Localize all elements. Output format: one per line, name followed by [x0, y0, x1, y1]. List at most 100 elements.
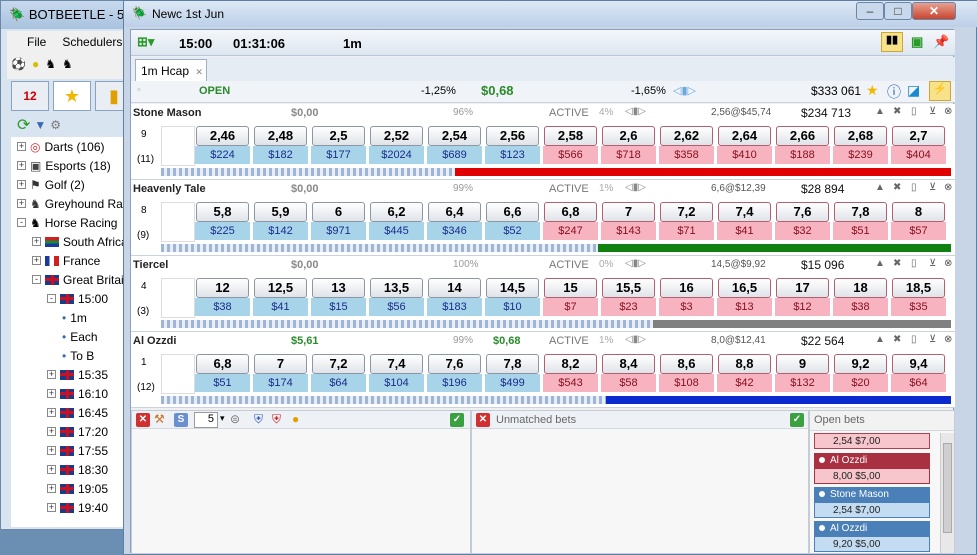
back-volume[interactable]: $224 — [195, 146, 250, 164]
back-price-cell[interactable]: 2,48 $182 — [253, 126, 308, 166]
ladder-nav-icon[interactable]: ◁▮▷ — [625, 182, 646, 193]
lay-price[interactable]: 8,2 — [544, 354, 597, 374]
hammer-icon[interactable]: ⚒ — [154, 412, 165, 426]
back-price-cell[interactable]: 12,5 $41 — [253, 278, 308, 318]
options-icon[interactable]: ⚙ — [50, 118, 61, 132]
back-price[interactable]: 6,6 — [486, 202, 539, 222]
lay-price[interactable]: 7,4 — [718, 202, 771, 222]
back-volume[interactable]: $51 — [195, 374, 250, 392]
lay-price[interactable]: 16 — [660, 278, 713, 298]
back-price[interactable]: 14 — [428, 278, 481, 298]
ladder-icon[interactable]: ▯ — [911, 258, 917, 269]
expand-icon[interactable]: + — [47, 484, 56, 493]
star-icon[interactable]: ★ — [53, 81, 91, 111]
back-price-cell[interactable]: 7,6 $196 — [427, 354, 482, 394]
lay-volume[interactable]: $20 — [833, 374, 888, 392]
back-price[interactable]: 2,56 — [486, 126, 539, 146]
open-bet[interactable]: Stone Mason 2,54 $7,00 — [814, 487, 930, 518]
lay-volume[interactable]: $35 — [891, 298, 946, 316]
expand-icon[interactable]: + — [47, 370, 56, 379]
ladder-nav-icon[interactable]: ◁▮▷ — [625, 106, 646, 117]
tree-item[interactable]: +18:30 — [47, 460, 108, 479]
lay-price[interactable]: 2,58 — [544, 126, 597, 146]
lightning-icon[interactable]: ⚡ — [929, 81, 951, 101]
lay-price-cell[interactable]: 7,8 $51 — [833, 202, 888, 242]
lay-volume[interactable]: $58 — [601, 374, 656, 392]
filter-icon[interactable]: ▼ — [34, 118, 46, 132]
lay-volume[interactable]: $42 — [717, 374, 772, 392]
export-icon[interactable]: ▣ — [911, 34, 923, 50]
graph-icon[interactable]: ◪ — [907, 82, 920, 99]
close-icon[interactable]: ⊗ — [944, 334, 952, 345]
back-volume[interactable]: $2024 — [369, 146, 424, 164]
back-price[interactable]: 5,9 — [254, 202, 307, 222]
back-price-cell[interactable]: 6,2 $445 — [369, 202, 424, 242]
lay-price-cell[interactable]: 7,6 $32 — [775, 202, 830, 242]
tree-item[interactable]: + ⚑ Golf (2) — [17, 175, 85, 194]
back-price[interactable]: 12 — [196, 278, 249, 298]
lay-price[interactable]: 18,5 — [892, 278, 945, 298]
lay-price-cell[interactable]: 9,2 $20 — [833, 354, 888, 394]
back-volume[interactable]: $689 — [427, 146, 482, 164]
back-price[interactable]: 7,4 — [370, 354, 423, 374]
tree-item[interactable]: +15:35 — [47, 365, 108, 384]
lay-volume[interactable]: $51 — [833, 222, 888, 240]
lay-price[interactable]: 9,2 — [834, 354, 887, 374]
lay-volume[interactable]: $7 — [543, 298, 598, 316]
add-market-icon[interactable]: ⊞▾ — [137, 34, 154, 50]
chevron-down-icon[interactable]: ▾ — [220, 413, 225, 424]
soccer-icon[interactable]: ⚽ — [11, 57, 26, 75]
lay-price-cell[interactable]: 8,2 $543 — [543, 354, 598, 394]
tree-item[interactable]: +19:40 — [47, 498, 108, 517]
lay-price-cell[interactable]: 18 $38 — [833, 278, 888, 318]
lay-price[interactable]: 8,6 — [660, 354, 713, 374]
lay-price[interactable]: 2,66 — [776, 126, 829, 146]
lay-volume[interactable]: $71 — [659, 222, 714, 240]
lay-price-cell[interactable]: 6,8 $247 — [543, 202, 598, 242]
back-price-cell[interactable]: 7,2 $64 — [311, 354, 366, 394]
runner-name[interactable]: Al Ozzdi — [133, 335, 176, 347]
ladder-nav-icon[interactable]: ◁▮▷ — [673, 84, 696, 97]
expand-icon[interactable]: + — [17, 161, 26, 170]
horse-icon[interactable]: ♞ — [45, 57, 56, 75]
back-price-cell[interactable]: 7,4 $104 — [369, 354, 424, 394]
calendar-icon[interactable]: 12 — [11, 81, 49, 111]
greyhound-icon[interactable]: ♞ — [62, 57, 73, 75]
back-price-cell[interactable]: 6,6 $52 — [485, 202, 540, 242]
tree-item[interactable]: +17:55 — [47, 441, 108, 460]
lay-price[interactable]: 17 — [776, 278, 829, 298]
chart-icon[interactable]: ▲ — [875, 258, 885, 269]
lay-volume[interactable]: $247 — [543, 222, 598, 240]
expand-icon[interactable]: + — [17, 142, 26, 151]
back-price-cell[interactable]: 6,4 $346 — [427, 202, 482, 242]
market-window[interactable]: 🪲 Newc 1st Jun – □ ✕ ⊞▾ 15:00 01:31:06 1… — [123, 0, 977, 555]
background-window[interactable]: 🪲 BOTBEETLE - 5.40 File Schedulers ⚽ ● ♞… — [0, 0, 133, 530]
lay-price[interactable]: 7,8 — [834, 202, 887, 222]
menu-schedulers[interactable]: Schedulers — [62, 35, 122, 53]
lay-volume[interactable]: $188 — [775, 146, 830, 164]
back-price[interactable]: 6,4 — [428, 202, 481, 222]
back-price-cell[interactable]: 13,5 $56 — [369, 278, 424, 318]
expand-icon[interactable]: + — [32, 237, 41, 246]
lay-price[interactable]: 15 — [544, 278, 597, 298]
lay-price-cell[interactable]: 7,4 $41 — [717, 202, 772, 242]
lay-price[interactable]: 2,7 — [892, 126, 945, 146]
back-price-cell[interactable]: 6 $971 — [311, 202, 366, 242]
open-bet[interactable]: 2,54 $7,00 — [814, 433, 930, 449]
back-price[interactable]: 2,46 — [196, 126, 249, 146]
open-bet[interactable]: Al Ozzdi 9,20 $5,00 — [814, 521, 930, 552]
back-volume[interactable]: $52 — [485, 222, 540, 240]
lay-price[interactable]: 2,68 — [834, 126, 887, 146]
lay-volume[interactable]: $23 — [601, 298, 656, 316]
lay-price-cell[interactable]: 15 $7 — [543, 278, 598, 318]
lay-volume[interactable]: $32 — [775, 222, 830, 240]
back-price[interactable]: 6,2 — [370, 202, 423, 222]
back-price[interactable]: 7,8 — [486, 354, 539, 374]
confirm-icon[interactable]: ✓ — [450, 413, 464, 427]
lay-price-cell[interactable]: 8,8 $42 — [717, 354, 772, 394]
back-volume[interactable]: $56 — [369, 298, 424, 316]
close-button[interactable]: ✕ — [912, 2, 956, 20]
minimize-button[interactable]: – — [856, 2, 884, 20]
back-volume[interactable]: $41 — [253, 298, 308, 316]
lay-price-cell[interactable]: 2,68 $239 — [833, 126, 888, 166]
